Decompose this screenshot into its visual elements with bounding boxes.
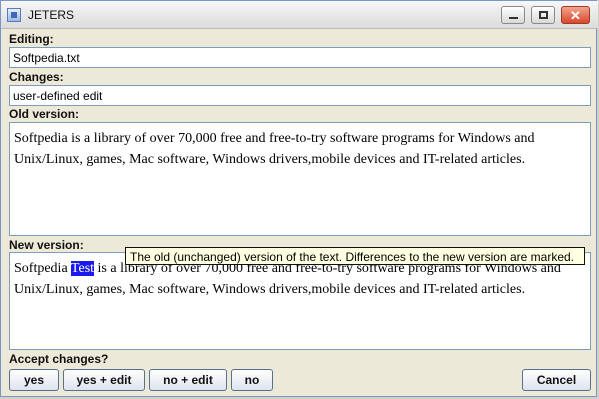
cancel-button[interactable]: Cancel bbox=[522, 369, 591, 391]
new-version-label: New version: bbox=[9, 238, 84, 252]
old-version-line: Softpedia is a library of over 70,000 fr… bbox=[14, 131, 535, 146]
old-version-line: Unix/Linux, games, Mac software, Windows… bbox=[14, 152, 526, 167]
new-version-text: Softpedia bbox=[14, 261, 71, 276]
changes-field[interactable]: user-defined edit bbox=[9, 85, 591, 106]
maximize-icon bbox=[539, 11, 548, 19]
app-icon bbox=[7, 8, 21, 22]
editing-label: Editing: bbox=[9, 32, 54, 46]
window-title: JETERS bbox=[28, 8, 75, 22]
minimize-icon bbox=[509, 17, 518, 19]
changes-label: Changes: bbox=[9, 70, 64, 84]
maximize-button[interactable] bbox=[531, 6, 555, 24]
title-bar[interactable]: JETERS ✕ bbox=[1, 1, 598, 29]
no-button[interactable]: no bbox=[231, 369, 273, 391]
new-version-textarea[interactable]: Softpedia Test is a library of over 70,0… bbox=[9, 252, 591, 350]
no-edit-button[interactable]: no + edit bbox=[149, 369, 227, 391]
accept-changes-label: Accept changes? bbox=[9, 352, 109, 366]
editing-field[interactable]: Softpedia.txt bbox=[9, 47, 591, 68]
close-icon: ✕ bbox=[570, 8, 581, 23]
tooltip: The old (unchanged) version of the text.… bbox=[125, 247, 585, 265]
close-button[interactable]: ✕ bbox=[561, 6, 590, 24]
minimize-button[interactable] bbox=[501, 6, 525, 24]
yes-edit-button[interactable]: yes + edit bbox=[63, 369, 145, 391]
yes-button[interactable]: yes bbox=[9, 369, 59, 391]
old-version-label: Old version: bbox=[9, 107, 80, 121]
old-version-textarea[interactable]: Softpedia is a library of over 70,000 fr… bbox=[9, 122, 591, 236]
changed-word-highlight: Test bbox=[70, 261, 95, 276]
jeters-window: JETERS ✕ Editing: Softpedia.txt Changes:… bbox=[0, 0, 598, 397]
new-version-line: Unix/Linux, games, Mac software, Windows… bbox=[14, 282, 526, 297]
